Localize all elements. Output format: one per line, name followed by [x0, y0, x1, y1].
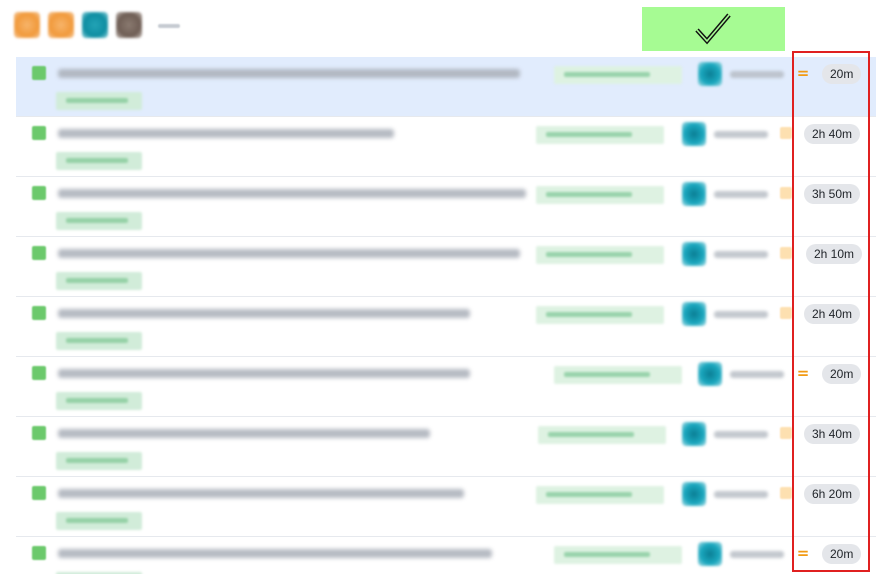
- task-type-icon: [32, 546, 46, 560]
- assignee-avatar[interactable]: [682, 182, 706, 206]
- project-label[interactable]: [536, 126, 664, 144]
- time-estimate-badge: 20m: [822, 544, 862, 564]
- project-label[interactable]: [536, 186, 664, 204]
- task-list: = 20m 2h 40m 3h 50m 2h 10m 2h 40m = 20m …: [16, 57, 876, 574]
- assignee-name: [730, 71, 784, 78]
- time-estimate-badge: 2h 40m: [804, 304, 861, 324]
- project-label[interactable]: [554, 66, 682, 84]
- time-estimate-badge: 6h 20m: [804, 484, 861, 504]
- task-row[interactable]: = 20m: [16, 57, 876, 117]
- project-label[interactable]: [554, 546, 682, 564]
- priority-icon: [780, 427, 792, 439]
- task-tag[interactable]: [56, 332, 142, 350]
- task-row[interactable]: 2h 40m: [16, 297, 876, 357]
- assignee-name: [730, 551, 784, 558]
- task-tag[interactable]: [56, 452, 142, 470]
- task-tag[interactable]: [56, 272, 142, 290]
- task-row[interactable]: = 20m: [16, 357, 876, 417]
- priority-medium-icon: =: [796, 364, 810, 382]
- priority-medium-icon: =: [796, 544, 810, 562]
- task-type-icon: [32, 126, 46, 140]
- priority-medium-icon: =: [796, 64, 810, 82]
- project-label[interactable]: [536, 486, 664, 504]
- assignee-name: [714, 311, 768, 318]
- assignee-avatar[interactable]: [682, 242, 706, 266]
- time-estimate-badge: 2h 40m: [804, 124, 861, 144]
- task-tag[interactable]: [56, 92, 142, 110]
- task-tag[interactable]: [56, 152, 142, 170]
- priority-icon: [780, 307, 792, 319]
- task-tag[interactable]: [56, 212, 142, 230]
- project-label[interactable]: [538, 426, 666, 444]
- collaborator-avatar[interactable]: [82, 12, 108, 38]
- task-row[interactable]: = 20m: [16, 537, 876, 574]
- assignee-avatar[interactable]: [698, 62, 722, 86]
- assignee-avatar[interactable]: [682, 482, 706, 506]
- assignee-avatar[interactable]: [682, 302, 706, 326]
- time-estimate-badge: 20m: [822, 364, 862, 384]
- priority-icon: [780, 487, 792, 499]
- priority-icon: [780, 247, 792, 259]
- task-title[interactable]: [58, 549, 492, 558]
- task-title[interactable]: [58, 129, 394, 138]
- collaborator-avatar[interactable]: [116, 12, 142, 38]
- assignee-name: [714, 251, 768, 258]
- task-row[interactable]: 2h 40m: [16, 117, 876, 177]
- assignee-avatar[interactable]: [698, 362, 722, 386]
- checkmark-icon: [695, 13, 731, 45]
- task-type-icon: [32, 66, 46, 80]
- priority-icon: [780, 127, 792, 139]
- task-type-icon: [32, 186, 46, 200]
- ellipsis-icon[interactable]: [158, 24, 180, 28]
- task-row[interactable]: 3h 50m: [16, 177, 876, 237]
- time-estimate-badge: 20m: [822, 64, 862, 84]
- task-type-icon: [32, 486, 46, 500]
- assignee-name: [714, 491, 768, 498]
- time-estimate-badge: 2h 10m: [806, 244, 863, 264]
- task-tag[interactable]: [56, 512, 142, 530]
- task-title[interactable]: [58, 189, 526, 198]
- collaborator-avatar[interactable]: [14, 12, 40, 38]
- task-title[interactable]: [58, 249, 520, 258]
- task-title[interactable]: [58, 489, 464, 498]
- time-estimate-badge: 3h 40m: [804, 424, 861, 444]
- task-row[interactable]: 6h 20m: [16, 477, 876, 537]
- project-label[interactable]: [554, 366, 682, 384]
- assignee-name: [714, 191, 768, 198]
- task-tag[interactable]: [56, 392, 142, 410]
- task-title[interactable]: [58, 69, 520, 78]
- task-type-icon: [32, 306, 46, 320]
- assignee-avatar[interactable]: [682, 122, 706, 146]
- approve-button[interactable]: [642, 7, 785, 51]
- task-row[interactable]: 3h 40m: [16, 417, 876, 477]
- collaborator-avatar[interactable]: [48, 12, 74, 38]
- task-title[interactable]: [58, 369, 470, 378]
- task-type-icon: [32, 246, 46, 260]
- assignee-name: [714, 131, 768, 138]
- task-row[interactable]: 2h 10m: [16, 237, 876, 297]
- time-estimate-badge: 3h 50m: [804, 184, 861, 204]
- task-type-icon: [32, 366, 46, 380]
- assignee-name: [730, 371, 784, 378]
- priority-icon: [780, 187, 792, 199]
- top-toolbar: [0, 0, 892, 52]
- task-title[interactable]: [58, 309, 470, 318]
- project-label[interactable]: [536, 246, 664, 264]
- assignee-avatar[interactable]: [698, 542, 722, 566]
- task-type-icon: [32, 426, 46, 440]
- project-label[interactable]: [536, 306, 664, 324]
- assignee-name: [714, 431, 768, 438]
- assignee-avatar[interactable]: [682, 422, 706, 446]
- task-title[interactable]: [58, 429, 430, 438]
